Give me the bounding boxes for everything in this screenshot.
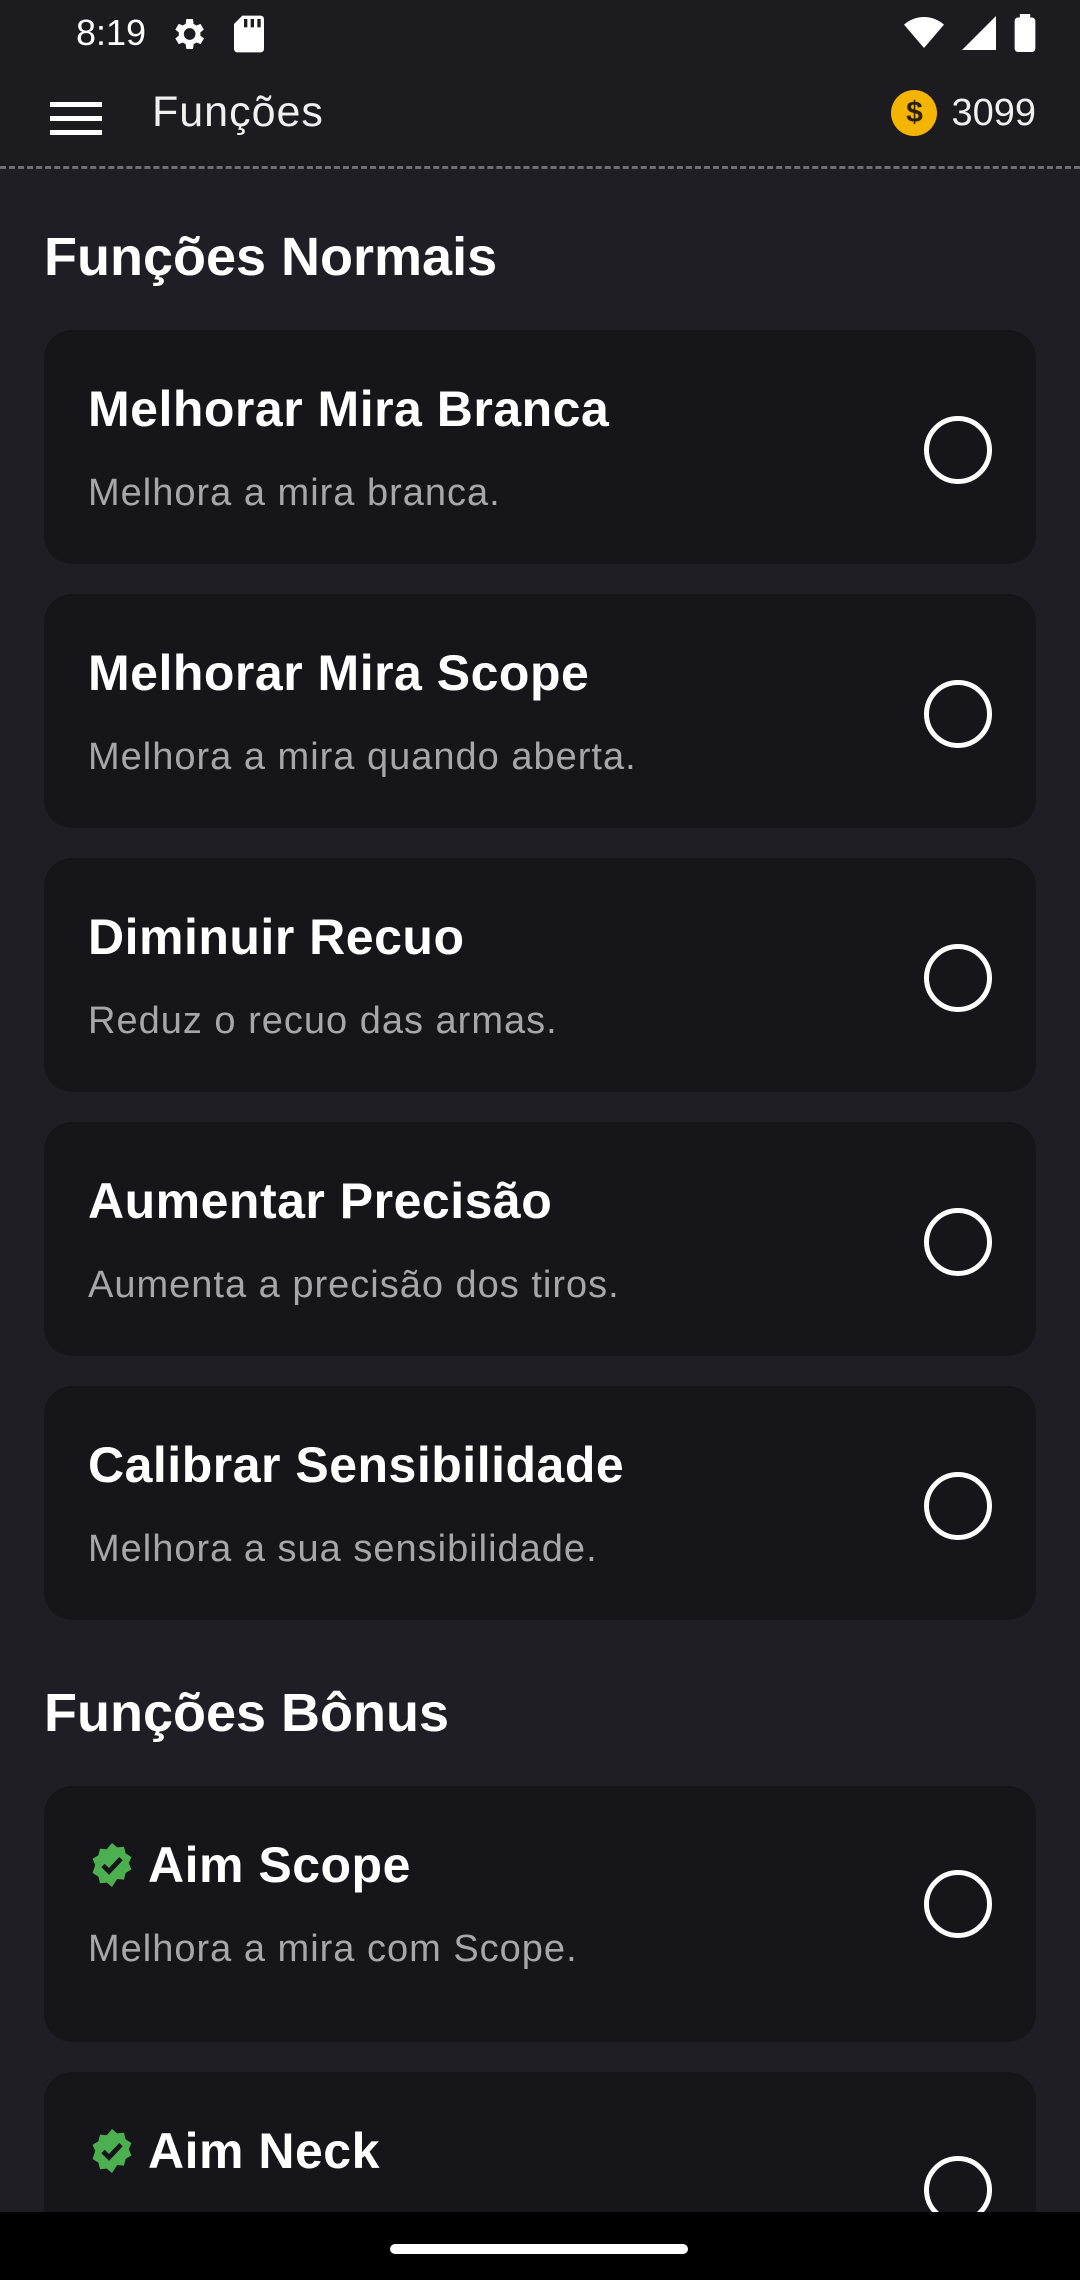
function-card[interactable]: Melhorar Mira Branca Melhora a mira bran… bbox=[44, 330, 1036, 564]
function-card[interactable]: Aumentar Precisão Aumenta a precisão dos… bbox=[44, 1122, 1036, 1356]
card-title: Aim Scope bbox=[148, 1837, 411, 1893]
radio-button[interactable] bbox=[924, 944, 992, 1012]
card-title: Melhorar Mira Scope bbox=[88, 645, 590, 701]
system-navigation-bar bbox=[0, 2212, 1080, 2280]
card-title-row: Aim Neck bbox=[88, 2122, 380, 2180]
top-app-bar: Funções $ 3099 bbox=[0, 70, 1080, 169]
card-description: Aumenta a precisão dos tiros. bbox=[88, 1264, 620, 1306]
card-title-row: Aim Scope bbox=[88, 1836, 411, 1894]
function-card[interactable]: Calibrar Sensibilidade Melhora a sua sen… bbox=[44, 1386, 1036, 1620]
battery-icon bbox=[1014, 14, 1036, 52]
section-title-bonus: Funções Bônus bbox=[44, 1683, 450, 1743]
radio-button[interactable] bbox=[924, 1208, 992, 1276]
card-description: Melhora a mira quando aberta. bbox=[88, 736, 637, 778]
card-title: Aumentar Precisão bbox=[88, 1173, 553, 1229]
status-time: 8:19 bbox=[76, 12, 147, 53]
menu-button[interactable] bbox=[44, 88, 108, 148]
gear-icon bbox=[175, 19, 204, 49]
verified-icon bbox=[92, 2129, 132, 2173]
wifi-icon bbox=[904, 17, 944, 48]
home-gesture-handle[interactable] bbox=[390, 2244, 688, 2254]
coin-value: 3099 bbox=[951, 91, 1036, 134]
function-card[interactable]: Melhorar Mira Scope Melhora a mira quand… bbox=[44, 594, 1036, 828]
radio-button[interactable] bbox=[924, 2156, 992, 2212]
bonus-function-card[interactable]: Aim Scope Melhora a mira com Scope. bbox=[44, 1786, 1036, 2042]
signal-icon bbox=[962, 16, 996, 50]
status-right-icons bbox=[904, 14, 1036, 52]
card-description: Melhora a sua sensibilidade. bbox=[88, 1528, 598, 1570]
radio-button[interactable] bbox=[924, 1472, 992, 1540]
verified-icon bbox=[92, 1843, 132, 1887]
function-card[interactable]: Diminuir Recuo Reduz o recuo das armas. bbox=[44, 858, 1036, 1092]
radio-button[interactable] bbox=[924, 416, 992, 484]
section-title-normal: Funções Normais bbox=[44, 227, 498, 287]
card-title: Diminuir Recuo bbox=[88, 909, 465, 965]
sd-card-icon bbox=[234, 15, 264, 53]
card-title: Melhorar Mira Branca bbox=[88, 381, 610, 437]
coin-icon: $ bbox=[891, 90, 938, 136]
card-description: Melhora a mira branca. bbox=[88, 472, 501, 514]
hamburger-menu-icon bbox=[50, 102, 102, 135]
card-title: Calibrar Sensibilidade bbox=[88, 1437, 625, 1493]
page-title: Funções bbox=[152, 88, 324, 136]
card-description: Melhora a mira com Scope. bbox=[88, 1928, 578, 1970]
card-description: Reduz o recuo das armas. bbox=[88, 1000, 558, 1042]
radio-button[interactable] bbox=[924, 680, 992, 748]
bonus-function-card[interactable]: Aim Neck bbox=[44, 2072, 1036, 2212]
coin-balance: $ 3099 bbox=[891, 90, 1036, 136]
radio-button[interactable] bbox=[924, 1870, 992, 1938]
app-screen: 8:19 Funções $ 3099 Funções Normais Melh… bbox=[0, 0, 1080, 2212]
status-bar: 8:19 bbox=[0, 0, 1080, 70]
card-title: Aim Neck bbox=[148, 2123, 380, 2179]
